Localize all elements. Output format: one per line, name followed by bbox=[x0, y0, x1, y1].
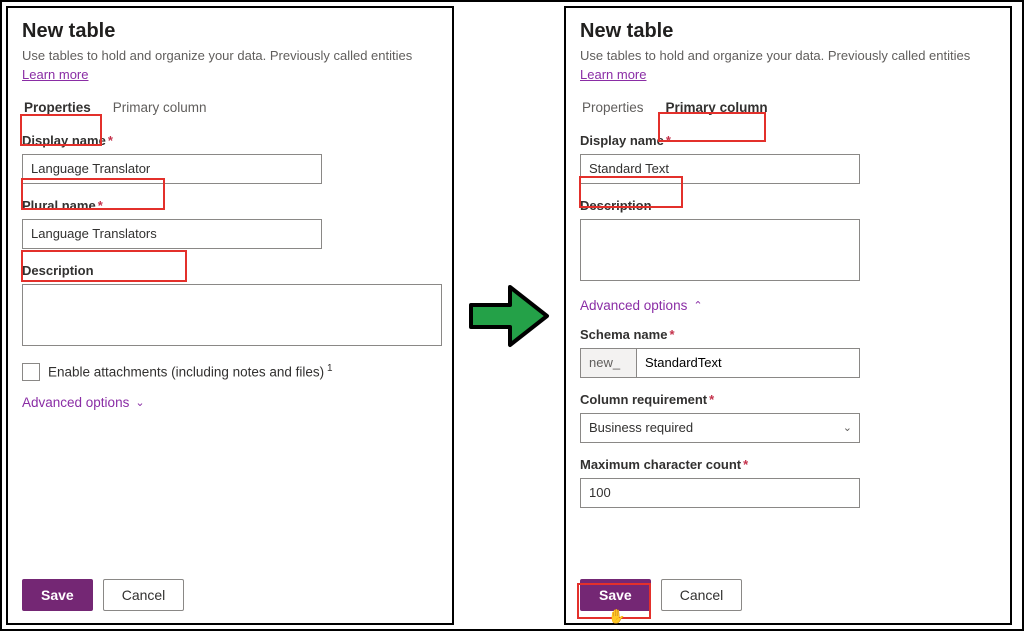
panel-properties: New table Use tables to hold and organiz… bbox=[6, 6, 454, 625]
tab-properties[interactable]: Properties bbox=[22, 96, 93, 119]
display-name-label: Display name* bbox=[22, 133, 438, 148]
transition-arrow bbox=[454, 6, 564, 625]
schema-name-input[interactable] bbox=[636, 348, 860, 378]
cancel-button[interactable]: Cancel bbox=[103, 579, 185, 611]
description-label: Description bbox=[580, 198, 996, 213]
schema-prefix-label: new_ bbox=[580, 348, 636, 378]
plural-name-label: Plural name* bbox=[22, 198, 438, 213]
schema-name-label: Schema name* bbox=[580, 327, 996, 342]
advanced-options-toggle[interactable]: Advanced options ⌃ bbox=[580, 298, 996, 313]
advanced-options-toggle[interactable]: Advanced options ⌄ bbox=[22, 395, 438, 410]
column-requirement-label: Column requirement* bbox=[580, 392, 996, 407]
cancel-button[interactable]: Cancel bbox=[661, 579, 743, 611]
display-name-input[interactable] bbox=[22, 154, 322, 184]
chevron-down-icon: ⌄ bbox=[135, 396, 144, 409]
enable-attachments-label: Enable attachments (including notes and … bbox=[48, 363, 333, 380]
learn-more-link[interactable]: Learn more bbox=[22, 67, 438, 82]
panel-subtext: Use tables to hold and organize your dat… bbox=[580, 47, 996, 65]
display-name-label: Display name* bbox=[580, 133, 996, 148]
description-textarea[interactable] bbox=[580, 219, 860, 281]
tab-primary-column[interactable]: Primary column bbox=[664, 96, 770, 119]
enable-attachments-checkbox[interactable] bbox=[22, 363, 40, 381]
max-char-count-input[interactable] bbox=[580, 478, 860, 508]
arrow-right-icon bbox=[466, 281, 552, 351]
plural-name-input[interactable] bbox=[22, 219, 322, 249]
panel-subtext: Use tables to hold and organize your dat… bbox=[22, 47, 438, 65]
max-char-count-label: Maximum character count* bbox=[580, 457, 996, 472]
tab-properties[interactable]: Properties bbox=[580, 96, 646, 119]
panel-primary-column: New table Use tables to hold and organiz… bbox=[564, 6, 1012, 625]
chevron-up-icon: ⌃ bbox=[693, 299, 702, 312]
description-label: Description bbox=[22, 263, 438, 278]
save-button[interactable]: Save bbox=[580, 579, 651, 611]
panel-title: New table bbox=[22, 20, 438, 43]
save-button[interactable]: Save bbox=[22, 579, 93, 611]
display-name-input[interactable] bbox=[580, 154, 860, 184]
description-textarea[interactable] bbox=[22, 284, 442, 346]
tab-bar: Properties Primary column bbox=[580, 96, 996, 119]
column-requirement-select[interactable]: Business required bbox=[580, 413, 860, 443]
tab-bar: Properties Primary column bbox=[22, 96, 438, 119]
tab-primary-column[interactable]: Primary column bbox=[111, 96, 209, 119]
learn-more-link[interactable]: Learn more bbox=[580, 67, 996, 82]
panel-title: New table bbox=[580, 20, 996, 43]
